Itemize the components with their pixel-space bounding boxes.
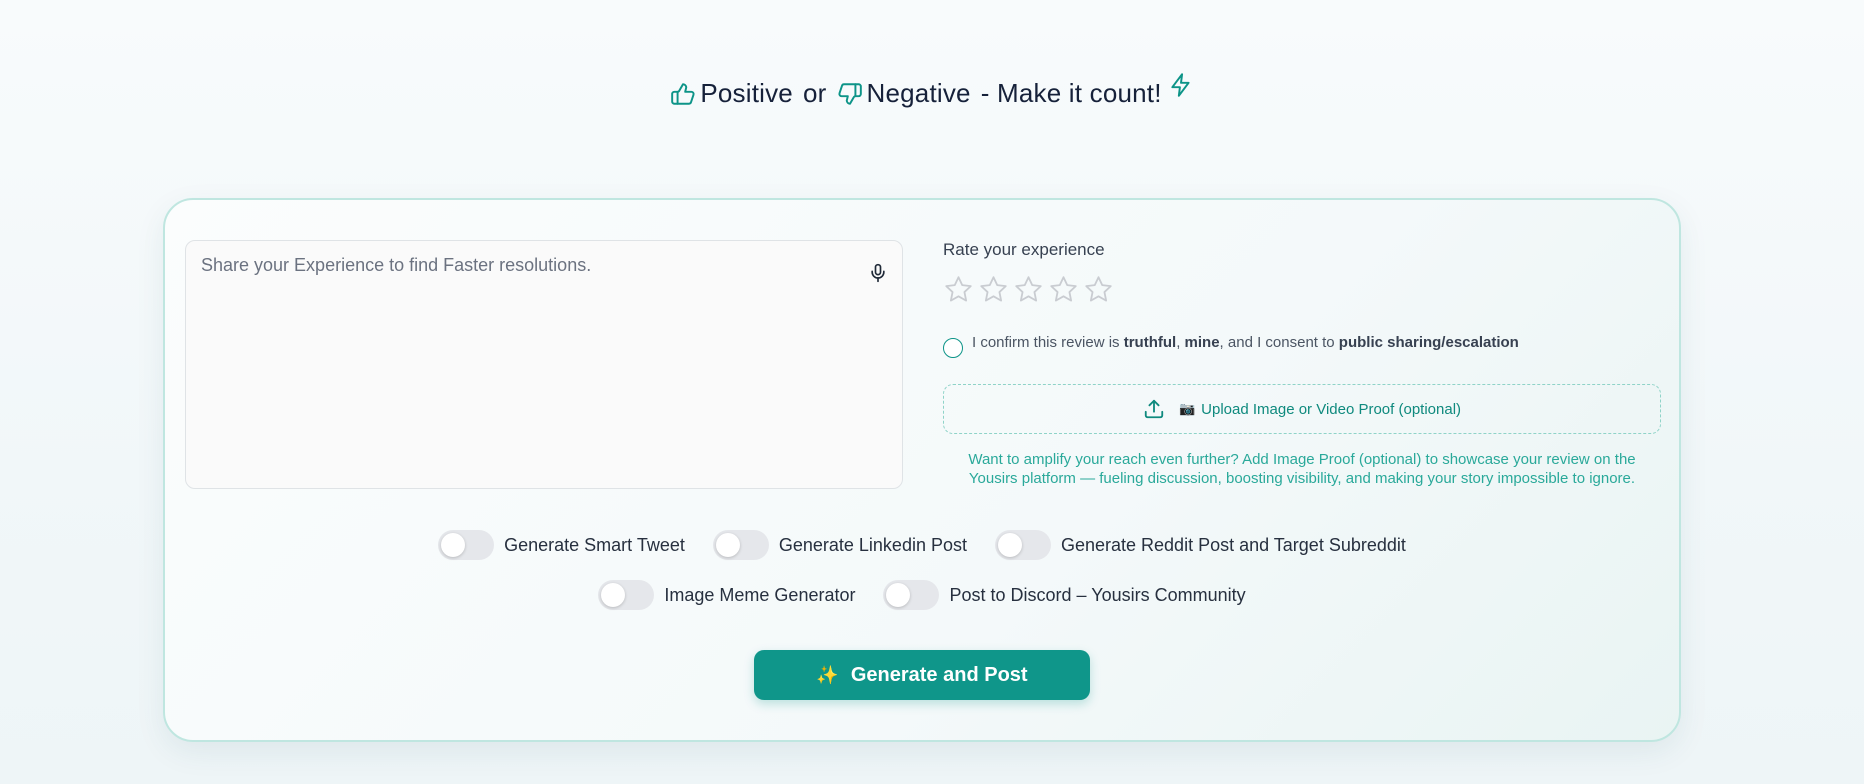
promo-line-1: Want to amplify your reach even further?… <box>968 451 1636 468</box>
generate-and-post-button[interactable]: ✨ Generate and Post <box>754 650 1090 700</box>
toggle-linkedin-post[interactable]: Generate Linkedin Post <box>712 530 967 560</box>
page: Positive or Negative - Make it count! Sh… <box>0 0 1864 784</box>
upload-proof-button[interactable]: 📷 Upload Image or Video Proof (optional) <box>943 384 1661 434</box>
switch-knob <box>441 533 466 557</box>
reddit-post-switch[interactable] <box>994 530 1051 560</box>
star-2-icon[interactable] <box>978 274 1009 305</box>
rating-label: Rate your experience <box>943 240 1105 259</box>
camera-icon: 📷 <box>1178 401 1196 416</box>
discord-post-label: Post to Discord – Yousirs Community <box>949 584 1246 605</box>
consent-part2: , and I consent to <box>1219 334 1339 351</box>
switch-knob <box>601 583 626 607</box>
toggle-discord-post[interactable]: Post to Discord – Yousirs Community <box>883 580 1246 610</box>
review-placeholder: Share your Experience to find Faster res… <box>201 255 592 275</box>
consent-text: I confirm this review is truthful, mine,… <box>972 333 1519 353</box>
microphone-icon[interactable] <box>868 263 888 283</box>
consent-radio[interactable] <box>943 338 963 358</box>
switch-knob <box>997 533 1022 557</box>
toggle-row-2: Image Meme Generator Post to Discord – Y… <box>165 580 1679 610</box>
upload-label: Upload Image or Video Proof (optional) <box>1201 400 1462 418</box>
positive-label: Positive <box>700 78 793 108</box>
toggle-smart-tweet[interactable]: Generate Smart Tweet <box>438 530 685 560</box>
consent-public: public sharing/escalation <box>1338 334 1519 351</box>
smart-tweet-label: Generate Smart Tweet <box>504 534 685 555</box>
consent-part1: I confirm this review is <box>972 334 1124 351</box>
headline: Positive or Negative - Make it count! <box>0 72 1864 109</box>
upload-icon <box>1143 398 1165 420</box>
switch-knob <box>715 533 740 557</box>
consent-mine: mine <box>1184 334 1220 351</box>
review-card: Share your Experience to find Faster res… <box>163 198 1681 742</box>
thumbs-down-icon <box>837 81 863 107</box>
linkedin-post-label: Generate Linkedin Post <box>778 534 967 555</box>
star-rating <box>943 274 1661 305</box>
promo-line-2: Yousirs platform — fueling discussion, b… <box>968 470 1636 487</box>
toggle-reddit-post[interactable]: Generate Reddit Post and Target Subreddi… <box>994 530 1406 560</box>
discord-post-switch[interactable] <box>883 580 940 610</box>
thumbs-up-icon <box>670 81 696 107</box>
consent-truthful: truthful <box>1123 334 1177 351</box>
negative-label: Negative <box>866 78 971 108</box>
star-1-icon[interactable] <box>943 274 974 305</box>
linkedin-post-switch[interactable] <box>712 530 769 560</box>
image-meme-label: Image Meme Generator <box>664 584 856 605</box>
sparkle-icon: ✨ <box>816 664 839 685</box>
smart-tweet-switch[interactable] <box>438 530 495 560</box>
lightning-icon <box>1168 72 1194 102</box>
promo-text: Want to amplify your reach even further?… <box>943 450 1661 488</box>
image-meme-switch[interactable] <box>598 580 655 610</box>
toggle-image-meme[interactable]: Image Meme Generator <box>598 580 855 610</box>
consent-row: I confirm this review is truthful, mine,… <box>943 333 1661 358</box>
star-3-icon[interactable] <box>1013 274 1044 305</box>
switch-knob <box>886 583 911 607</box>
or-label: or <box>802 78 827 108</box>
star-4-icon[interactable] <box>1048 274 1079 305</box>
toggle-row-1: Generate Smart Tweet Generate Linkedin P… <box>165 530 1679 560</box>
generate-and-post-label: Generate and Post <box>850 663 1028 686</box>
review-textarea[interactable]: Share your Experience to find Faster res… <box>185 240 903 489</box>
rating-panel: Rate your experience I confirm this revi… <box>943 240 1661 488</box>
consent-comma: , <box>1176 334 1185 351</box>
tagline: - Make it count! <box>980 78 1162 108</box>
star-5-icon[interactable] <box>1083 274 1114 305</box>
reddit-post-label: Generate Reddit Post and Target Subreddi… <box>1060 534 1406 555</box>
